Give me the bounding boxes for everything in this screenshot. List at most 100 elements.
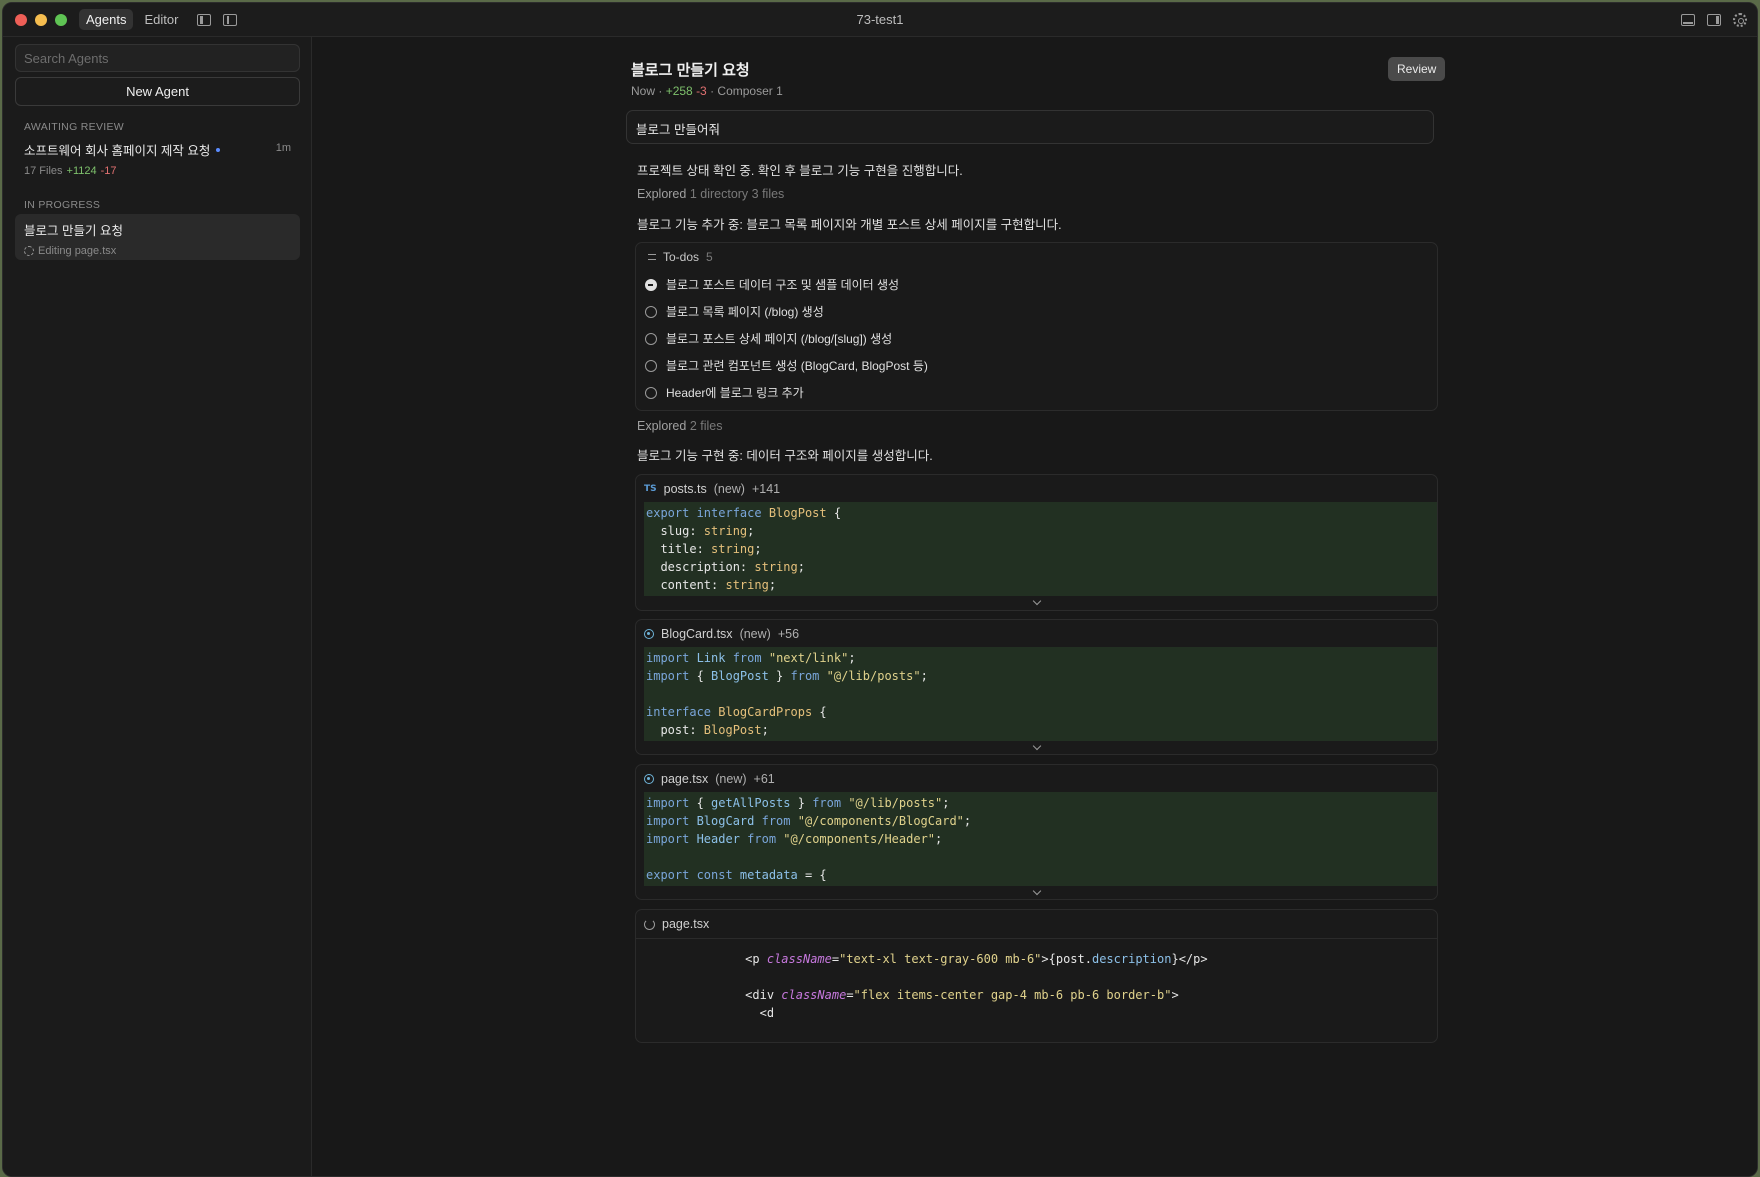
explored-detail: 1 directory 3 files — [689, 187, 785, 201]
file-name: posts.ts — [663, 481, 707, 496]
file-edit-card-posts: TS posts.ts (new) +141 export interface … — [635, 474, 1438, 611]
minimize-window-button[interactable] — [35, 13, 47, 26]
file-header[interactable]: BlogCard.tsx (new) +56 — [636, 620, 1437, 647]
traffic-lights — [15, 13, 67, 26]
titlebar-right-controls — [1681, 13, 1747, 27]
code-line: import BlogCard from "@/components/BlogC… — [646, 814, 972, 828]
assistant-message: 블로그 기능 추가 중: 블로그 목록 페이지와 개별 포스트 상세 페이지를 … — [637, 218, 1062, 232]
todo-header[interactable]: To-dos 5 — [636, 243, 1437, 271]
todo-text: 블로그 포스트 데이터 구조 및 샘플 데이터 생성 — [666, 278, 900, 292]
file-header[interactable]: page.tsx — [636, 910, 1437, 939]
file-count: 17 Files — [24, 165, 63, 177]
toggle-right-panel-icon[interactable] — [1707, 14, 1721, 26]
agent-item-status: Editing page.tsx — [24, 245, 291, 257]
file-edit-card-page: page.tsx (new) +61 import { getAllPosts … — [635, 764, 1438, 900]
react-file-icon — [644, 628, 654, 639]
lines-removed: -17 — [100, 165, 117, 177]
code-line: title: string; — [646, 542, 762, 556]
checklist-icon — [644, 253, 656, 262]
typescript-file-icon: TS — [644, 483, 657, 494]
agent-conversation: 블로그 만들기 요청 Now · +258 -3 · Composer 1 Re… — [313, 37, 1757, 1176]
code-line: interface BlogCardProps { — [646, 705, 827, 719]
file-edit-card-blogcard: BlogCard.tsx (new) +56 import Link from … — [635, 619, 1438, 755]
todo-item[interactable]: 블로그 포스트 데이터 구조 및 샘플 데이터 생성 — [636, 271, 1437, 298]
todo-text: Header에 블로그 링크 추가 — [666, 386, 804, 400]
explored-label: Explored — [637, 187, 687, 201]
expand-chevron-icon[interactable] — [636, 596, 1437, 610]
agent-item-title: 블로그 만들기 요청 — [24, 224, 123, 238]
section-label-in-progress: IN PROGRESS — [24, 199, 101, 211]
meta-added: +258 — [665, 84, 693, 98]
todo-count: 5 — [706, 250, 713, 264]
file-name: page.tsx — [662, 917, 710, 931]
maximize-window-button[interactable] — [55, 13, 67, 26]
file-name: BlogCard.tsx — [661, 626, 733, 641]
search-agents-input[interactable] — [15, 44, 300, 72]
unread-dot-icon — [216, 147, 221, 152]
meta-model: Composer 1 — [717, 84, 783, 98]
file-edit-card-editing: page.tsx <p className="text-xl text-gray… — [635, 909, 1438, 1043]
page-title: 블로그 만들기 요청 — [631, 62, 750, 79]
file-status: (new) — [713, 481, 745, 496]
window-title: 73-test1 — [856, 12, 904, 27]
code-line: post: BlogPost; — [646, 723, 769, 737]
section-label-awaiting-review: AWAITING REVIEW — [24, 121, 124, 133]
toggle-sidebar-icon[interactable] — [197, 13, 212, 26]
todo-item[interactable]: Header에 블로그 링크 추가 — [636, 379, 1437, 406]
agent-title-text: 소프트웨어 회사 홈페이지 제작 요청 — [24, 144, 211, 158]
code-line: import Link from "next/link"; — [646, 651, 856, 665]
todo-item[interactable]: 블로그 관련 컴포넌트 생성 (BlogCard, BlogPost 등) — [636, 352, 1437, 379]
review-button[interactable]: Review — [1388, 57, 1446, 81]
code-line: <p className="text-xl text-gray-600 mb-6… — [745, 952, 1208, 966]
assistant-message: 프로젝트 상태 확인 중. 확인 후 블로그 기능 구현을 진행합니다. — [637, 164, 963, 178]
file-header[interactable]: page.tsx (new) +61 — [636, 765, 1437, 792]
todo-item[interactable]: 블로그 목록 페이지 (/blog) 생성 — [636, 298, 1437, 325]
agent-item-blog[interactable]: 블로그 만들기 요청 Editing page.tsx — [15, 214, 300, 260]
code-line: description: string; — [646, 560, 805, 574]
todo-item[interactable]: 블로그 포스트 상세 페이지 (/blog/[slug]) 생성 — [636, 325, 1437, 352]
collapse-panel-icon[interactable] — [223, 13, 238, 26]
file-status: (new) — [715, 771, 747, 786]
agent-status-text: Editing page.tsx — [38, 245, 117, 257]
code-line: <div className="flex items-center gap-4 … — [745, 988, 1179, 1002]
pending-radio-icon — [645, 332, 657, 345]
agent-time: 1m — [275, 142, 291, 154]
code-line: content: string; — [646, 578, 777, 592]
title-bar: Agents Editor 73-test1 — [3, 3, 1757, 37]
todo-text: 블로그 포스트 상세 페이지 (/blog/[slug]) 생성 — [666, 332, 893, 346]
explored-summary[interactable]: Explored 1 directory 3 files — [637, 187, 784, 201]
new-agent-button[interactable]: New Agent — [15, 77, 300, 106]
expand-chevron-icon[interactable] — [636, 886, 1437, 899]
agents-sidebar: New Agent AWAITING REVIEW 소프트웨어 회사 홈페이지 … — [3, 37, 312, 1176]
user-prompt[interactable]: 블로그 만들어줘 — [626, 110, 1434, 144]
in-progress-radio-icon — [645, 278, 657, 291]
settings-gear-icon[interactable] — [1733, 13, 1747, 27]
file-status: (new) — [739, 626, 771, 641]
agent-item-homepage[interactable]: 소프트웨어 회사 홈페이지 제작 요청 1m 17 Files +1124 -1… — [15, 134, 300, 183]
code-line: slug: string; — [646, 524, 755, 538]
explored-summary[interactable]: Explored 2 files — [637, 419, 722, 433]
expand-chevron-icon[interactable] — [636, 741, 1437, 754]
explored-detail: 2 files — [689, 419, 723, 433]
loading-spinner-icon — [24, 246, 34, 256]
app-window: Agents Editor 73-test1 New Agent AWAITIN… — [2, 2, 1758, 1177]
close-window-button[interactable] — [15, 13, 27, 26]
todo-text: 블로그 목록 페이지 (/blog) 생성 — [666, 305, 824, 319]
assistant-message: 블로그 기능 구현 중: 데이터 구조와 페이지를 생성합니다. — [637, 449, 933, 463]
mode-tabs: Agents Editor — [79, 9, 185, 30]
tab-editor[interactable]: Editor — [137, 9, 185, 30]
toggle-bottom-panel-icon[interactable] — [1681, 14, 1695, 26]
meta-time: Now — [631, 84, 656, 98]
code-block: <p className="text-xl text-gray-600 mb-6… — [636, 939, 1437, 1024]
code-line: export const metadata = { — [646, 868, 827, 882]
explored-label: Explored — [637, 419, 687, 433]
file-header[interactable]: TS posts.ts (new) +141 — [636, 475, 1437, 502]
code-block: export interface BlogPost { slug: string… — [644, 502, 1437, 596]
file-diff: +56 — [777, 626, 800, 641]
tab-agents[interactable]: Agents — [79, 9, 134, 30]
agent-item-stats: 17 Files +1124 -17 — [24, 165, 291, 177]
react-file-icon — [644, 773, 654, 784]
